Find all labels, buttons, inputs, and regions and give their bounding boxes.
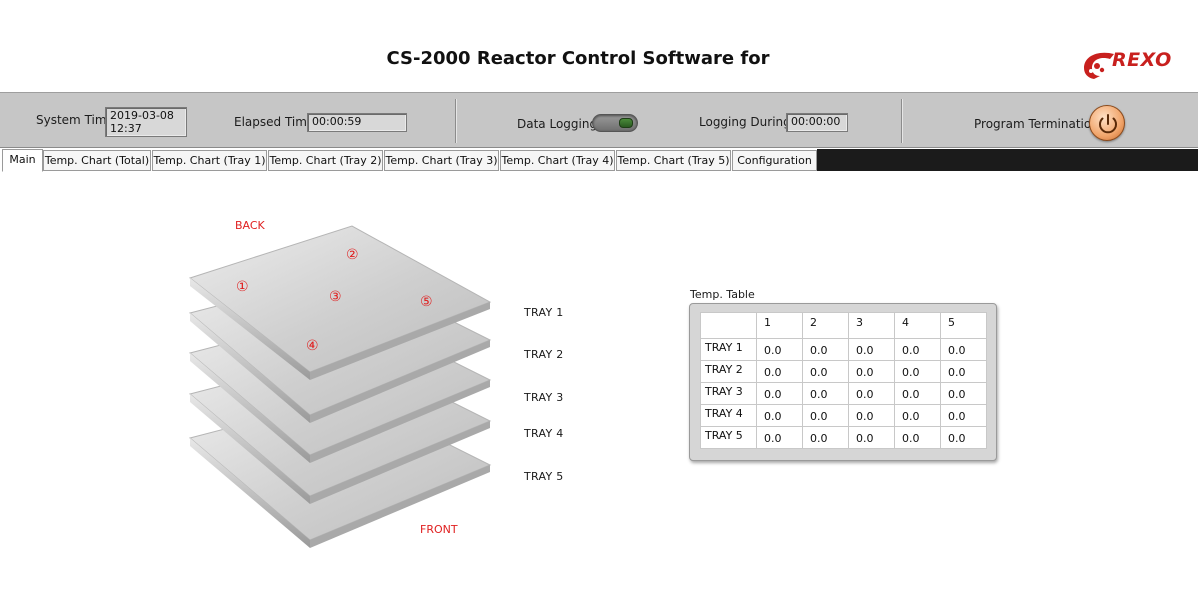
temp-cell: 0.0 [848, 338, 895, 361]
temp-cell: 0.0 [802, 382, 849, 405]
system-time-label: System Time [36, 113, 114, 127]
power-icon [1099, 114, 1117, 134]
position-5-marker: ⑤ [420, 294, 433, 310]
tray-1-label: TRAY 1 [524, 306, 564, 319]
row-header: TRAY 5 [700, 426, 757, 449]
app-header: CS-2000 Reactor Control Software for REX… [0, 0, 1198, 92]
position-4-marker: ④ [306, 338, 319, 354]
program-termination-button[interactable] [1089, 105, 1125, 141]
elapsed-time-display: 00:00:59 [307, 113, 407, 132]
temp-cell: 0.0 [756, 404, 803, 427]
system-time-date: 2019-03-08 [110, 109, 174, 122]
temp-cell: 0.0 [848, 404, 895, 427]
tab-configuration[interactable]: Configuration [732, 150, 817, 171]
temp-cell: 0.0 [848, 382, 895, 405]
logging-during-display: 00:00:00 [786, 113, 848, 132]
tray-5-label: TRAY 5 [524, 470, 564, 483]
toggle-indicator-icon [619, 118, 633, 128]
program-termination-label: Program Termination [974, 117, 1099, 131]
temp-table-caption: Temp. Table [690, 288, 755, 301]
column-header: 5 [940, 312, 987, 339]
table-row: TRAY 5 0.0 0.0 0.0 0.0 0.0 [700, 426, 987, 449]
table-row: TRAY 2 0.0 0.0 0.0 0.0 0.0 [700, 360, 987, 383]
tray-3-label: TRAY 3 [524, 391, 564, 404]
table-row: TRAY 1 0.0 0.0 0.0 0.0 0.0 [700, 338, 987, 361]
position-1-marker: ① [236, 279, 249, 295]
tab-temp-chart-tray-5[interactable]: Temp. Chart (Tray 5) [616, 150, 731, 171]
temp-table-header-row: 1 2 3 4 5 [700, 312, 987, 339]
position-3-marker: ③ [329, 289, 342, 305]
temp-table: 1 2 3 4 5 TRAY 1 0.0 0.0 0.0 0.0 0.0 TRA… [700, 312, 987, 449]
temp-cell: 0.0 [894, 360, 941, 383]
tray-2-label: TRAY 2 [524, 348, 564, 361]
temp-cell: 0.0 [894, 404, 941, 427]
column-header: 2 [802, 312, 849, 339]
temp-cell: 0.0 [848, 426, 895, 449]
tab-main[interactable]: Main [2, 149, 43, 172]
tab-temp-chart-tray-3[interactable]: Temp. Chart (Tray 3) [384, 150, 499, 171]
position-2-marker: ② [346, 247, 359, 263]
row-header: TRAY 2 [700, 360, 757, 383]
table-row: TRAY 4 0.0 0.0 0.0 0.0 0.0 [700, 404, 987, 427]
tray-4-label: TRAY 4 [524, 427, 564, 440]
temp-cell: 0.0 [756, 382, 803, 405]
column-header: 3 [848, 312, 895, 339]
temp-cell: 0.0 [802, 360, 849, 383]
tray-stack-diagram: ① ② ③ ④ ⑤ [188, 225, 492, 548]
tab-temp-chart-total[interactable]: Temp. Chart (Total) [43, 150, 151, 171]
temp-cell: 0.0 [940, 360, 987, 383]
temp-cell: 0.0 [802, 404, 849, 427]
tab-bar-filler [817, 149, 1198, 171]
row-header: TRAY 1 [700, 338, 757, 361]
temp-table-corner [700, 312, 757, 339]
temp-cell: 0.0 [802, 338, 849, 361]
column-header: 1 [756, 312, 803, 339]
data-logging-label: Data Logging [517, 117, 598, 131]
tab-temp-chart-tray-1[interactable]: Temp. Chart (Tray 1) [152, 150, 267, 171]
system-time-display: 2019-03-08 12:37 [105, 107, 187, 137]
row-header: TRAY 4 [700, 404, 757, 427]
temp-cell: 0.0 [848, 360, 895, 383]
table-row: TRAY 3 0.0 0.0 0.0 0.0 0.0 [700, 382, 987, 405]
temp-cell: 0.0 [894, 426, 941, 449]
toolbar-divider [901, 99, 903, 143]
app-title: CS-2000 Reactor Control Software for [386, 48, 770, 69]
tab-bar: Main Temp. Chart (Total) Temp. Chart (Tr… [0, 149, 1198, 172]
rexo-logo: REXO [1080, 46, 1184, 80]
tab-temp-chart-tray-2[interactable]: Temp. Chart (Tray 2) [268, 150, 383, 171]
temp-cell: 0.0 [940, 404, 987, 427]
temp-cell: 0.0 [940, 426, 987, 449]
toolbar-divider [455, 99, 457, 143]
temp-cell: 0.0 [940, 382, 987, 405]
temp-cell: 0.0 [940, 338, 987, 361]
temp-table-frame: 1 2 3 4 5 TRAY 1 0.0 0.0 0.0 0.0 0.0 TRA… [689, 303, 997, 461]
tab-temp-chart-tray-4[interactable]: Temp. Chart (Tray 4) [500, 150, 615, 171]
column-header: 4 [894, 312, 941, 339]
logo-text: REXO [1112, 49, 1172, 71]
temp-cell: 0.0 [802, 426, 849, 449]
elapsed-time-label: Elapsed Time [234, 115, 315, 129]
system-time-clock: 12:37 [110, 122, 142, 135]
control-toolbar: System Time 2019-03-08 12:37 Elapsed Tim… [0, 92, 1198, 148]
temp-cell: 0.0 [894, 338, 941, 361]
temp-cell: 0.0 [756, 360, 803, 383]
data-logging-toggle[interactable] [592, 114, 638, 132]
row-header: TRAY 3 [700, 382, 757, 405]
temp-cell: 0.0 [756, 338, 803, 361]
temp-cell: 0.0 [894, 382, 941, 405]
temp-cell: 0.0 [756, 426, 803, 449]
